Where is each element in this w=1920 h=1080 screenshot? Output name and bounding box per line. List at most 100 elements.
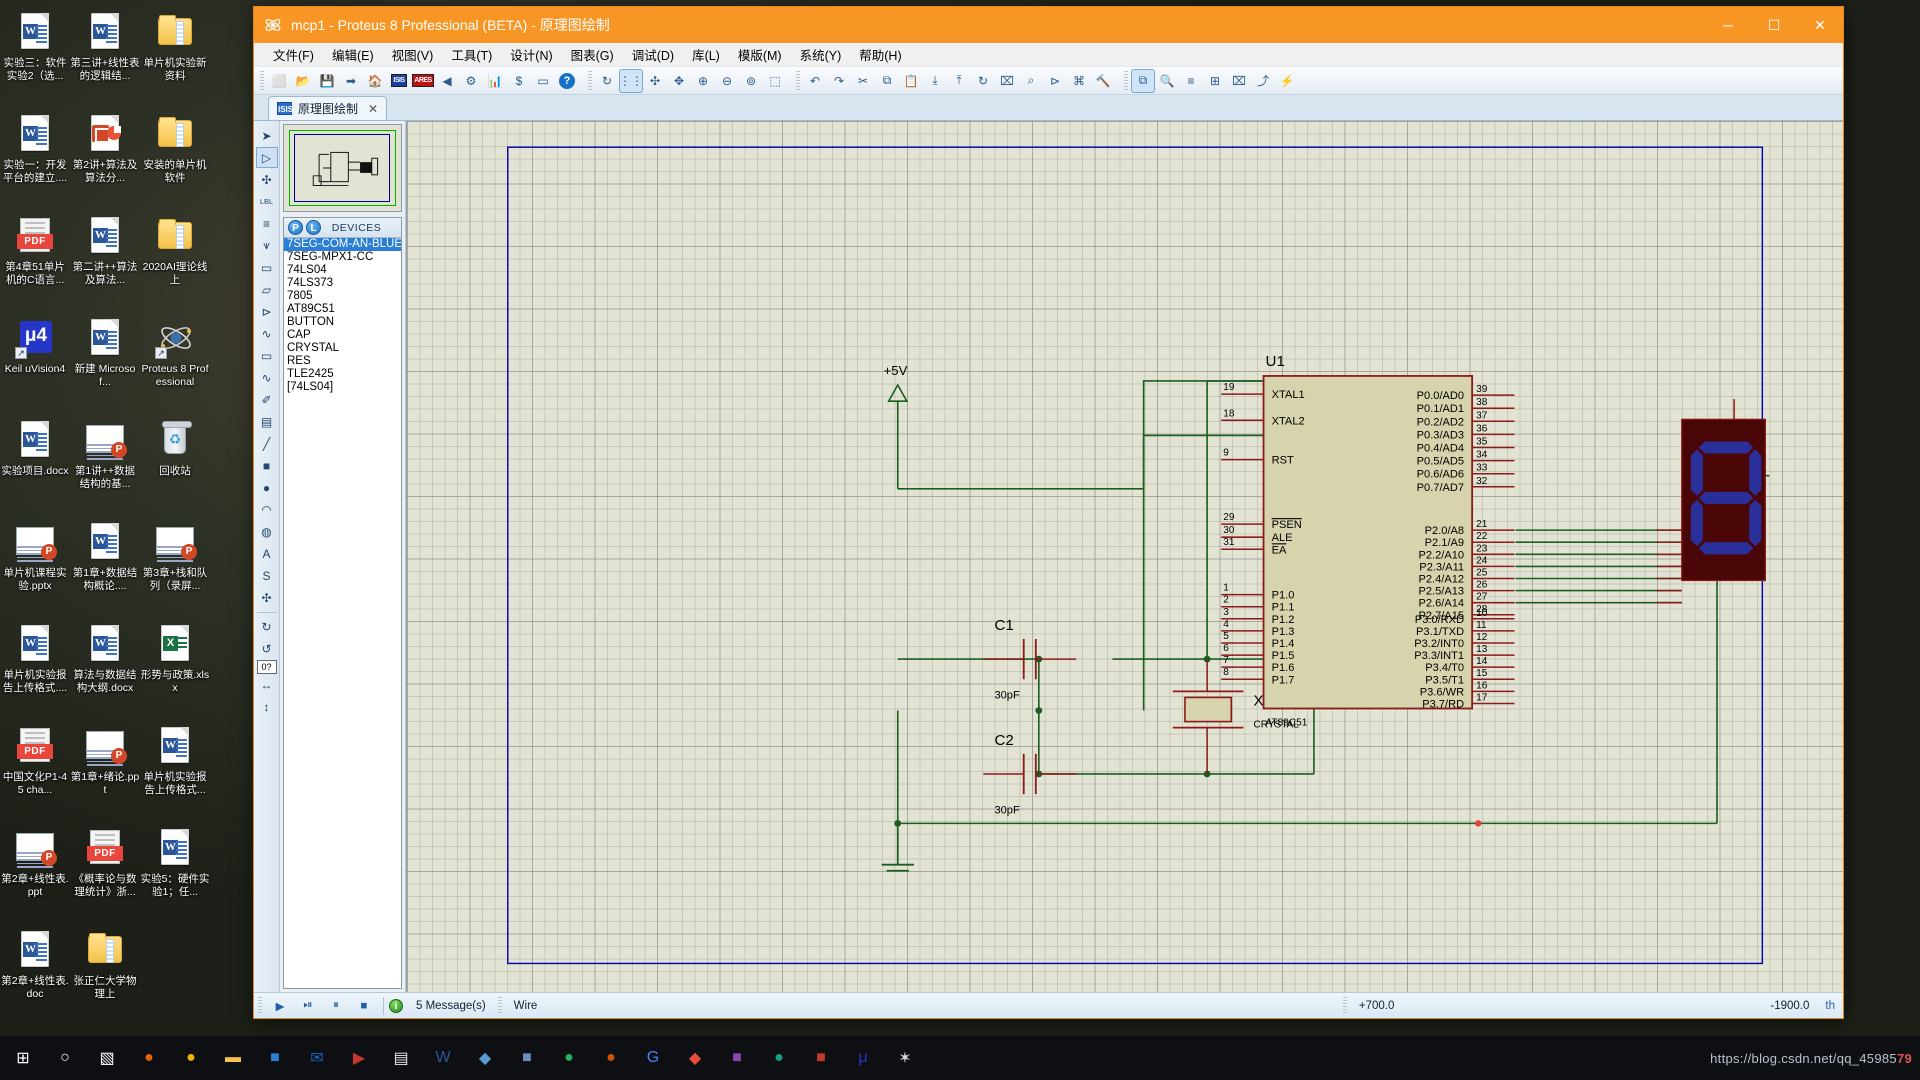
bill-of-materials-icon[interactable]: ⚡: [1276, 70, 1298, 92]
google-icon[interactable]: G: [633, 1038, 673, 1078]
line-tool[interactable]: ╱: [256, 433, 278, 454]
overview-preview[interactable]: [283, 124, 402, 212]
exit-sheet-icon[interactable]: ⤴: [1252, 70, 1274, 92]
close-button[interactable]: ✕: [1797, 7, 1843, 43]
app-icon-1[interactable]: ◆: [465, 1038, 505, 1078]
marker-tool[interactable]: ✣: [256, 587, 278, 608]
device-list-item[interactable]: CAP: [284, 329, 401, 342]
desktop-icon-pdf-doc[interactable]: PDF 第4章51单片机的C语言...: [0, 210, 70, 312]
desktop-icon-word-doc[interactable]: W 第三讲+线性表的逻辑结...: [70, 6, 140, 108]
rotate-cw-tool[interactable]: ↻: [256, 616, 278, 637]
mail-icon[interactable]: ✉: [297, 1038, 337, 1078]
selection-mode-tool[interactable]: ➤: [256, 125, 278, 146]
device-list-item[interactable]: 7805: [284, 290, 401, 303]
app-icon-5[interactable]: ◆: [675, 1038, 715, 1078]
voltage-probe-tool[interactable]: ✐: [256, 389, 278, 410]
desktop-icon-recycle-bin[interactable]: 回收站: [140, 414, 210, 516]
desktop-icon-word-doc[interactable]: W 实验项目.docx: [0, 414, 70, 516]
decompose-icon[interactable]: 🔨: [1092, 70, 1114, 92]
device-list-item[interactable]: RES: [284, 355, 401, 368]
cad-icon[interactable]: ▭: [532, 70, 554, 92]
simulation-run-button[interactable]: ▶: [266, 995, 294, 1017]
bus-tool[interactable]: ⩛: [256, 235, 278, 256]
menu-item-1[interactable]: 编辑(E): [323, 42, 383, 67]
store-icon[interactable]: ■: [255, 1038, 295, 1078]
toolbar-grip[interactable]: [1124, 70, 1128, 91]
menu-item-3[interactable]: 工具(T): [442, 42, 501, 67]
keil-task-icon[interactable]: μ: [843, 1038, 883, 1078]
zoom-area-icon[interactable]: ⬚: [764, 70, 786, 92]
device-list-item[interactable]: TLE2425: [284, 368, 401, 381]
refresh-icon[interactable]: ↻: [596, 70, 618, 92]
zoom-out-icon[interactable]: ⊖: [716, 70, 738, 92]
pick-device-button[interactable]: P: [288, 220, 303, 235]
block-copy-icon[interactable]: ⤓: [924, 70, 946, 92]
app-icon-2[interactable]: ■: [507, 1038, 547, 1078]
app-icon-7[interactable]: ●: [759, 1038, 799, 1078]
word-icon[interactable]: W: [423, 1038, 463, 1078]
desktop-icon-keil-app[interactable]: μ4 ↗ Keil uVision4: [0, 312, 70, 414]
simulation-pause-button[interactable]: ⏸: [322, 995, 350, 1017]
desktop-icon-word-doc[interactable]: W 新建 Microsof...: [70, 312, 140, 414]
text-tool[interactable]: A: [256, 543, 278, 564]
junction-dot-tool[interactable]: ✣: [256, 169, 278, 190]
text-script-tool[interactable]: ≡: [256, 213, 278, 234]
zoom-fit-icon[interactable]: ⊚: [740, 70, 762, 92]
block-rotate-icon[interactable]: ↻: [972, 70, 994, 92]
property-assign-icon[interactable]: ≡: [1180, 70, 1202, 92]
toolbar-grip[interactable]: [588, 70, 592, 91]
simulation-step-button[interactable]: ⏯: [294, 995, 322, 1017]
devices-list[interactable]: 7SEG-COM-AN-BLUE 7SEG-MPX1-CC 74LS04 74LS37…: [284, 238, 401, 988]
ares-icon[interactable]: ARES: [412, 70, 434, 92]
mirror-x-tool[interactable]: ↔: [256, 674, 278, 695]
device-list-item[interactable]: 7SEG-COM-AN-BLUE: [284, 238, 401, 251]
desktop-icon-folder[interactable]: 安装的单片机软件: [140, 108, 210, 210]
device-pin-tool[interactable]: ⊳: [256, 301, 278, 322]
device-list-item[interactable]: 74LS373: [284, 277, 401, 290]
block-delete-icon[interactable]: ⌧: [996, 70, 1018, 92]
desktop-icon-word-doc[interactable]: W 第二讲++算法及算法...: [70, 210, 140, 312]
chrome-icon[interactable]: ●: [171, 1038, 211, 1078]
new-sheet-icon[interactable]: ⊞: [1204, 70, 1226, 92]
save-file-icon[interactable]: 💾: [316, 70, 338, 92]
desktop-icon-pdf-doc[interactable]: PDF 《概率论与数理统计》浙...: [70, 822, 140, 924]
path-tool[interactable]: ◍: [256, 521, 278, 542]
desktop-icon-ppt-slide[interactable]: P 第1讲++数据结构的基...: [70, 414, 140, 516]
notepad-icon[interactable]: ▤: [381, 1038, 421, 1078]
remove-sheet-icon[interactable]: ⌧: [1228, 70, 1250, 92]
terminal-mode-tool[interactable]: ▱: [256, 279, 278, 300]
desktop-icon-word-doc[interactable]: W 实验三：软件实验2（选...: [0, 6, 70, 108]
desktop-icon-folder-open[interactable]: 2020AI理论线上: [140, 210, 210, 312]
new-file-icon[interactable]: ⬜: [268, 70, 290, 92]
desktop-icon-word-doc[interactable]: W 第2章+线性表.doc: [0, 924, 70, 1026]
graph-mode-tool[interactable]: ∿: [256, 323, 278, 344]
app-icon-4[interactable]: ●: [591, 1038, 631, 1078]
desktop-icon-pdf-doc[interactable]: PDF 中国文化P1-45 cha...: [0, 720, 70, 822]
desktop-icon-word-doc[interactable]: W 实验5：硬件实验1；任...: [140, 822, 210, 924]
simulation-stop-button[interactable]: ■: [350, 995, 378, 1017]
subcircuit-tool[interactable]: ▭: [256, 257, 278, 278]
virtual-instrument-tool[interactable]: ▤: [256, 411, 278, 432]
device-list-item[interactable]: CRYSTAL: [284, 342, 401, 355]
proteus-task-icon[interactable]: ✶: [885, 1038, 925, 1078]
make-device-icon[interactable]: ⊳: [1044, 70, 1066, 92]
paste-icon[interactable]: 📋: [900, 70, 922, 92]
device-list-item[interactable]: 7SEG-MPX1-CC: [284, 251, 401, 264]
toolbar-grip[interactable]: [796, 70, 800, 91]
menu-item-4[interactable]: 设计(N): [501, 42, 561, 67]
pan-icon[interactable]: ✥: [668, 70, 690, 92]
media-icon[interactable]: ▶: [339, 1038, 379, 1078]
maximize-button[interactable]: ☐: [1751, 7, 1797, 43]
arc-tool[interactable]: ◠: [256, 499, 278, 520]
desktop-icon-proteus-app[interactable]: ↗ Proteus 8 Professional: [140, 312, 210, 414]
box-tool[interactable]: ■: [256, 455, 278, 476]
library-manager-button[interactable]: L: [306, 220, 321, 235]
origin-icon[interactable]: ✣: [644, 70, 666, 92]
desktop-icon-word-doc[interactable]: W 第1章+数据结构概论....: [70, 516, 140, 618]
desktop-icon-ppt-slide[interactable]: P 单片机课程实验.pptx: [0, 516, 70, 618]
menu-item-6[interactable]: 调试(D): [623, 42, 683, 67]
search-icon[interactable]: ○: [45, 1038, 85, 1078]
wire-label-tool[interactable]: LBL: [256, 191, 278, 212]
minimize-button[interactable]: ─: [1705, 7, 1751, 43]
start-button[interactable]: ⊞: [3, 1038, 43, 1078]
